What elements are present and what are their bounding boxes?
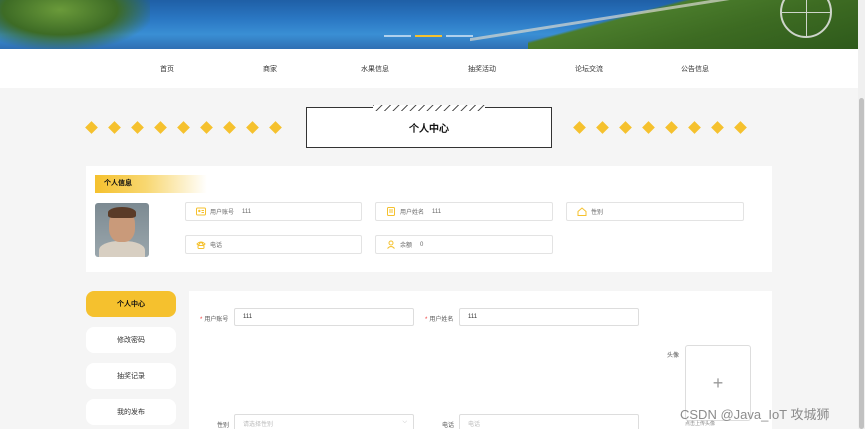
nav-fruit-info[interactable]: 水果信息: [361, 64, 389, 74]
title-stripes: [373, 105, 485, 111]
sidebar-item-lottery-records[interactable]: 抽奖记录: [86, 363, 176, 389]
info-username: 用户账号 111: [185, 202, 362, 221]
home-icon: [577, 207, 587, 216]
realname-input[interactable]: 111: [459, 308, 639, 326]
phone-label: 电话: [442, 423, 455, 429]
sidebar-item-my-posts[interactable]: 我的发布: [86, 399, 176, 425]
sidebar-item-change-password[interactable]: 修改密码: [86, 327, 176, 353]
sidebar-item-personal-center[interactable]: 个人中心: [86, 291, 176, 317]
carousel-dot-3[interactable]: [446, 35, 473, 37]
nav-merchants[interactable]: 商家: [263, 64, 277, 74]
decor-diamonds-right: [573, 121, 747, 134]
personal-info-card: 个人信息 用户账号 111 用户姓名 111 性别 电话 余额 0: [86, 166, 772, 272]
info-gender: 性别: [566, 202, 744, 221]
page-title-box: 个人中心: [306, 105, 552, 148]
banner-carousel[interactable]: [0, 0, 858, 49]
watermark: CSDN @Java_IoT 攻城狮: [680, 407, 830, 422]
nav-home[interactable]: 首页: [160, 64, 174, 74]
info-phone: 电话: [185, 235, 362, 254]
avatar-label: 头像: [667, 353, 680, 359]
decor-diamonds-left: [85, 121, 282, 134]
gender-select[interactable]: 请选择性别 ⌵: [234, 414, 414, 429]
carousel-indicators: [384, 35, 473, 37]
id-card-icon: [196, 207, 206, 216]
nav-lottery[interactable]: 抽奖活动: [468, 64, 496, 74]
document-icon: [386, 207, 396, 216]
phone-input[interactable]: 电话: [459, 414, 639, 429]
nav-announcements[interactable]: 公告信息: [681, 64, 709, 74]
username-input[interactable]: 111: [234, 308, 414, 326]
user-icon: [386, 240, 396, 249]
info-realname: 用户姓名 111: [375, 202, 553, 221]
username-label: * 用户账号: [200, 317, 229, 323]
carousel-dot-2[interactable]: [415, 35, 442, 37]
chevron-down-icon: ⌵: [402, 419, 407, 425]
page-scrollbar[interactable]: [858, 0, 865, 429]
main-nav: 首页 商家 水果信息 抽奖活动 论坛交流 公告信息: [0, 49, 858, 88]
scrollbar-thumb[interactable]: [859, 98, 864, 429]
phone-icon: [196, 240, 206, 249]
personal-info-tag: 个人信息: [95, 175, 207, 193]
carousel-dot-1[interactable]: [384, 35, 411, 37]
avatar: [95, 203, 149, 257]
page-title: 个人中心: [409, 124, 449, 135]
nav-forum[interactable]: 论坛交流: [575, 64, 603, 74]
realname-label: * 用户姓名: [425, 317, 454, 323]
gender-label: 性别: [217, 423, 230, 429]
banner-landscape-left: [0, 0, 150, 49]
info-balance: 余额 0: [375, 235, 553, 254]
plus-icon: +: [712, 372, 724, 393]
